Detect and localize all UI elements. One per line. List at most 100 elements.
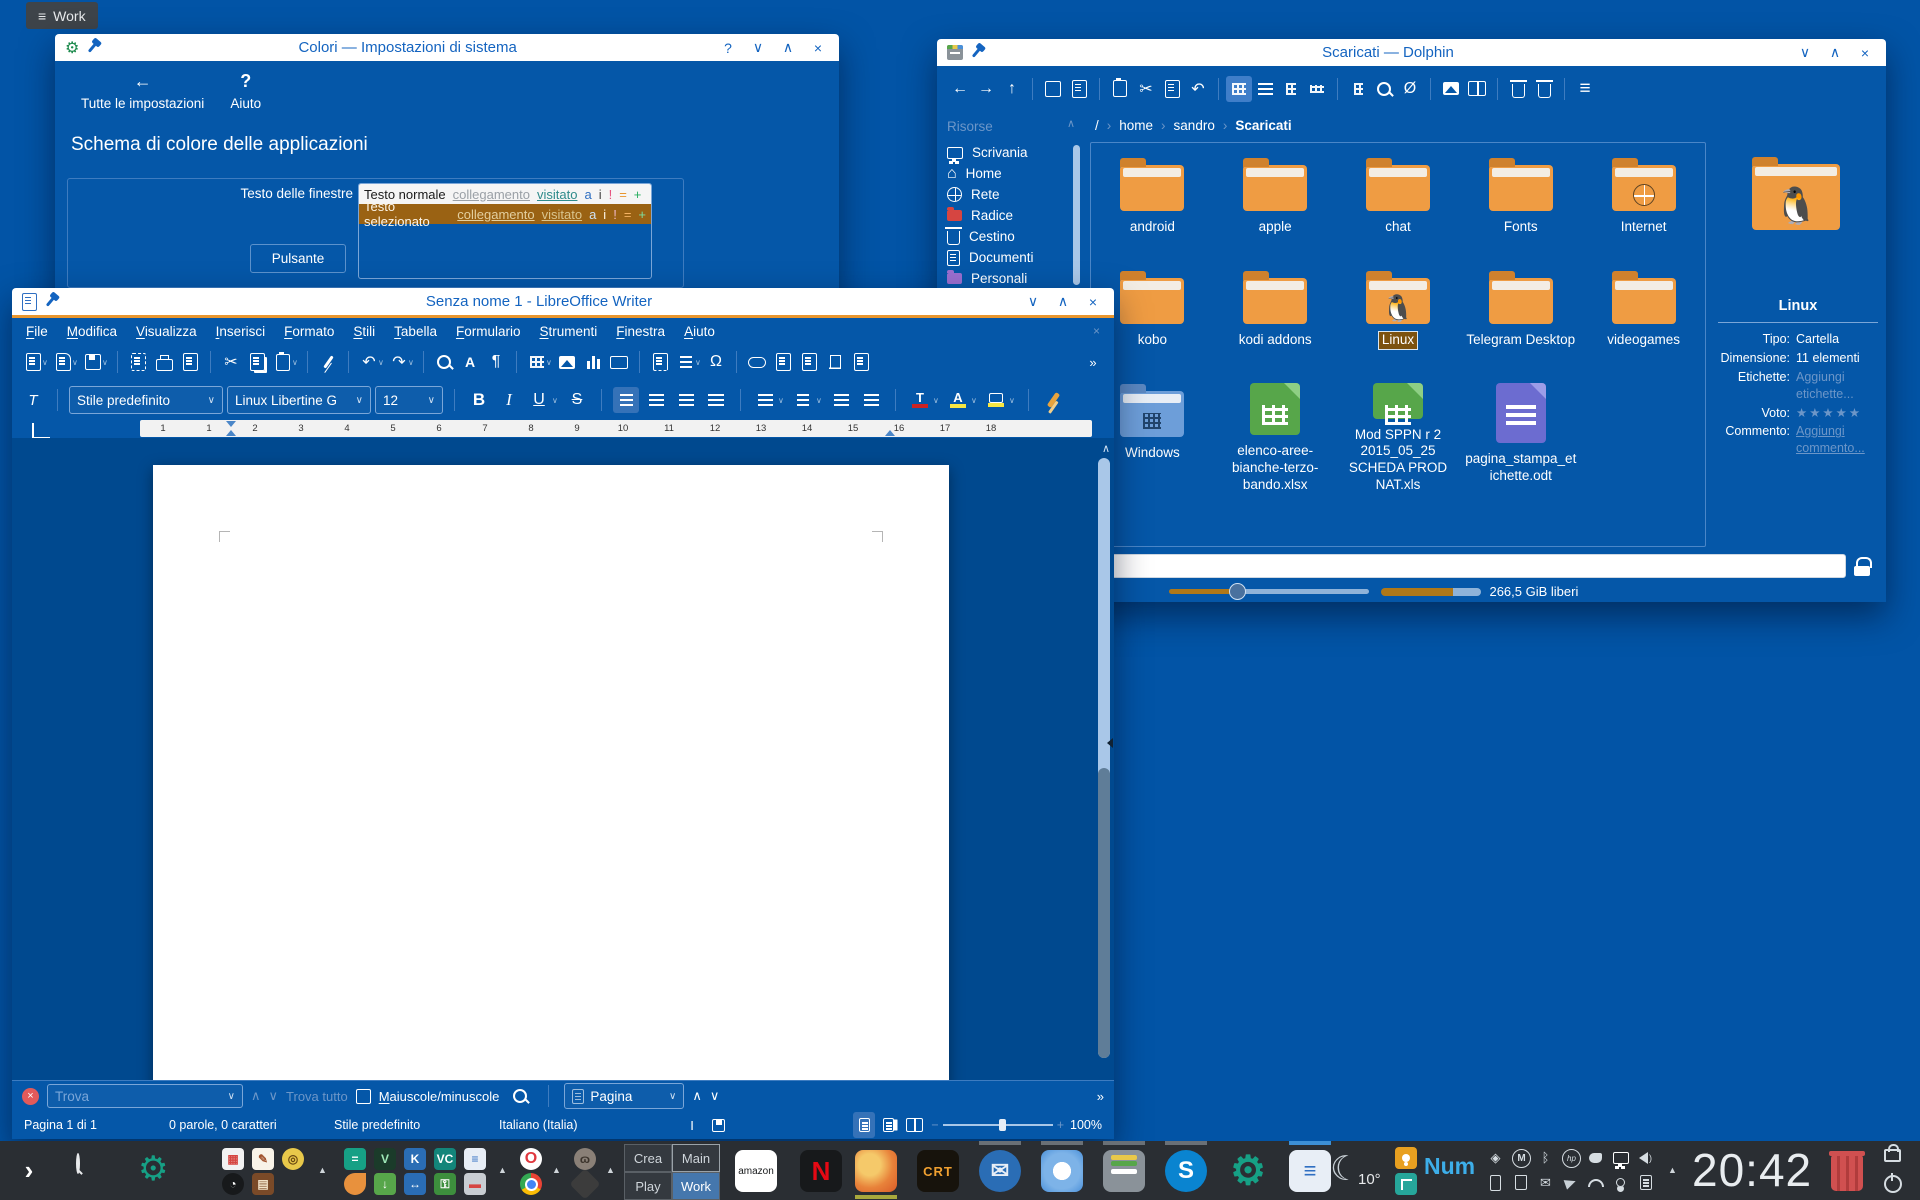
zoom-slider-handle[interactable] xyxy=(1229,583,1246,600)
gallery-brush-icon[interactable] xyxy=(1040,387,1066,413)
writer-titlebar[interactable]: Senza nome 1 - LibreOffice Writer ∨ ∧ × xyxy=(12,288,1114,315)
scrollbar-up-icon[interactable]: ∧ xyxy=(1102,442,1110,455)
file-tile[interactable]: Internet xyxy=(1585,155,1703,268)
hamburger-menu-button[interactable]: ≡ xyxy=(1572,76,1598,102)
status-pagestyle[interactable]: Stile predefinito xyxy=(334,1118,499,1132)
document-area[interactable]: ∧ xyxy=(12,438,1114,1080)
undo-button[interactable]: ↶ xyxy=(1185,76,1211,102)
pager-desktop-main[interactable]: Main xyxy=(672,1144,720,1172)
opera-icon[interactable]: O xyxy=(520,1148,542,1170)
preview-button[interactable] xyxy=(1438,76,1464,102)
add-comment-link[interactable]: Aggiungi commento... xyxy=(1796,423,1884,457)
forward-button[interactable]: → xyxy=(973,76,999,102)
multi-page-view-button[interactable] xyxy=(875,1112,901,1138)
breadcrumb-root[interactable]: / xyxy=(1095,118,1099,133)
close-button[interactable]: × xyxy=(1854,45,1876,61)
strikethrough-button[interactable]: S xyxy=(564,387,590,413)
usb-device-icon[interactable] xyxy=(1512,1174,1529,1191)
help-button[interactable]: ? xyxy=(717,40,739,56)
touchpad-icon[interactable] xyxy=(1587,1149,1604,1166)
pin-icon[interactable] xyxy=(88,42,97,52)
view-icons-button[interactable] xyxy=(1226,76,1252,102)
app-launcher-icon[interactable]: › xyxy=(14,1155,44,1185)
back-button[interactable]: ← xyxy=(947,76,973,102)
close-button[interactable]: × xyxy=(807,40,829,56)
mail-notifier-icon[interactable]: ✉ xyxy=(1537,1174,1554,1191)
insert-textbox-button[interactable] xyxy=(606,349,632,375)
status-language[interactable]: Italiano (Italia) xyxy=(499,1118,679,1132)
pager-desktop-work[interactable]: Work xyxy=(672,1172,720,1200)
view-list-button[interactable] xyxy=(1252,76,1278,102)
maximize-button[interactable]: ∧ xyxy=(1052,293,1074,310)
download-manager-icon[interactable]: ↓ xyxy=(374,1173,396,1195)
clock[interactable]: 20:42 xyxy=(1692,1143,1812,1197)
italic-button[interactable]: I xyxy=(496,387,522,413)
indent-marker[interactable] xyxy=(226,421,236,427)
breadcrumb-home[interactable]: home xyxy=(1119,118,1153,133)
search-button[interactable] xyxy=(1371,76,1397,102)
font-size-combo[interactable]: 12∨ xyxy=(375,386,443,414)
zoom-slider-handle[interactable] xyxy=(999,1119,1006,1131)
increase-indent-button[interactable] xyxy=(828,387,854,413)
special-character-button[interactable]: Ω xyxy=(703,349,729,375)
task-system-settings[interactable]: ⚙ xyxy=(1227,1150,1269,1192)
numlock-indicator[interactable]: Num xyxy=(1424,1153,1475,1180)
minimize-button[interactable]: ∨ xyxy=(1794,44,1816,61)
place-scrivania[interactable]: Scrivania xyxy=(947,142,1077,163)
selection-mode-icon[interactable]: I xyxy=(679,1112,705,1138)
help-toolbar-button[interactable]: ? Aiuto xyxy=(230,71,261,111)
horizontal-ruler[interactable]: 1123456789101112131415161718 xyxy=(140,420,1092,437)
insert-endnote-button[interactable] xyxy=(796,349,822,375)
single-page-view-button[interactable] xyxy=(853,1112,875,1138)
stapler-icon[interactable]: ▬ xyxy=(464,1173,486,1195)
paragraph-background-button[interactable] xyxy=(983,387,1009,413)
zoom-slider[interactable] xyxy=(1169,589,1369,594)
file-tile[interactable]: Fonts xyxy=(1462,155,1580,268)
font-color-button[interactable]: T xyxy=(907,387,933,413)
dropbox-icon[interactable]: ◈ xyxy=(1487,1149,1504,1166)
inkscape-icon[interactable] xyxy=(569,1168,600,1199)
book-app-icon[interactable]: ▤ xyxy=(252,1173,274,1195)
task-chromium[interactable] xyxy=(1041,1150,1083,1192)
preview-row-selected[interactable]: Testo selezionato collegamento visitato … xyxy=(359,204,651,224)
status-wordcount[interactable]: 0 parole, 0 caratteri xyxy=(169,1118,334,1132)
view-details-button[interactable] xyxy=(1304,76,1330,102)
minimize-button[interactable]: ∨ xyxy=(747,39,769,56)
nav-previous-button[interactable]: ∧ xyxy=(692,1088,702,1104)
teamviewer-icon[interactable]: ↔ xyxy=(404,1173,426,1195)
place-radice[interactable]: Radice xyxy=(947,205,1077,226)
close-document-icon[interactable]: × xyxy=(1093,324,1100,338)
measure-tape-icon[interactable]: ◎ xyxy=(282,1148,304,1170)
task-dolphin-cabinet[interactable] xyxy=(1103,1150,1145,1192)
underline-button[interactable]: U xyxy=(526,387,552,413)
spellcheck-button[interactable]: A xyxy=(457,349,483,375)
weather-moon-icon[interactable]: ☾ xyxy=(1330,1149,1360,1189)
decrease-indent-button[interactable] xyxy=(858,387,884,413)
display-icon[interactable] xyxy=(1612,1149,1629,1166)
insert-image-button[interactable] xyxy=(554,349,580,375)
weather-temp[interactable]: 10° xyxy=(1358,1171,1381,1188)
codium-icon[interactable]: VC xyxy=(434,1148,456,1170)
find-overflow-button[interactable]: » xyxy=(1097,1089,1104,1104)
file-tile[interactable]: elenco-aree-bianche-terzo-bando.xlsx xyxy=(1216,381,1334,494)
line-spacing-button[interactable] xyxy=(752,387,778,413)
breadcrumb-current[interactable]: Scaricati xyxy=(1235,118,1291,133)
menu-modifica[interactable]: Modifica xyxy=(67,324,117,339)
clipboard-manager-icon[interactable] xyxy=(1395,1173,1417,1195)
close-find-button[interactable]: × xyxy=(22,1088,39,1105)
kdenlive-icon[interactable]: K xyxy=(404,1148,426,1170)
task-netflix[interactable]: N xyxy=(800,1150,842,1192)
match-case-label[interactable]: Maiuscole/minuscole xyxy=(379,1089,500,1104)
place-rete[interactable]: Rete xyxy=(947,184,1077,205)
scrollbar-thumb[interactable] xyxy=(1098,768,1110,1058)
rating-stars[interactable]: ★★★★★ xyxy=(1796,405,1884,422)
menu-file[interactable]: File xyxy=(26,324,48,339)
style-actions-button[interactable]: T xyxy=(20,387,46,413)
delete-button[interactable] xyxy=(1531,76,1557,102)
menu-visualizza[interactable]: Visualizza xyxy=(136,324,197,339)
nav-next-button[interactable]: ∨ xyxy=(710,1088,720,1104)
zoom-percent[interactable]: 100% xyxy=(1070,1118,1102,1132)
bullet-list-button[interactable] xyxy=(790,387,816,413)
bold-button[interactable]: B xyxy=(466,387,492,413)
file-tile[interactable]: Mod SPPN r 2 2015_05_25 SCHEDA PROD NAT.… xyxy=(1339,381,1457,494)
